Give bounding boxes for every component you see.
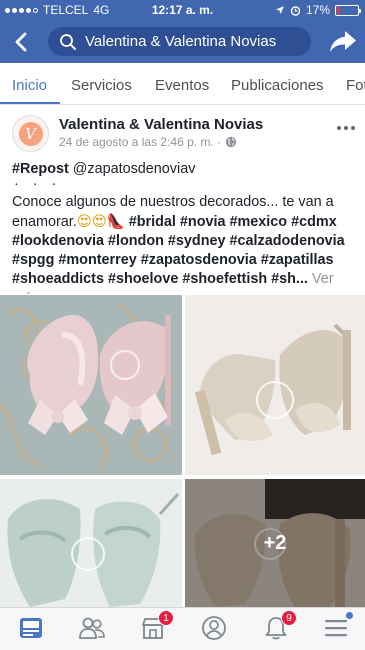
high-heel-emoji-icon: 👠 [106, 213, 125, 230]
share-icon[interactable] [328, 26, 358, 56]
location-arrow-icon [275, 6, 284, 14]
page-tabs: Inicio Servicios Eventos Publicaciones F… [0, 63, 365, 105]
post-timestamp[interactable]: 24 de agosto a las 2:46 p. m. · [59, 135, 221, 149]
more-photos-overlay[interactable]: +2 [185, 479, 365, 607]
repost-user[interactable]: @zapatosdenoviav [73, 161, 196, 177]
hashtags-line-4[interactable]: #spgg #monterrey #zapatosdenovia #zapati… [12, 251, 357, 270]
top-header: TELCEL 4G 12:17 a. m. 17% Valentina & Va… [0, 0, 365, 63]
tab-inicio[interactable]: Inicio [12, 77, 47, 94]
search-input[interactable]: Valentina & Valentina Novias [48, 27, 311, 56]
search-query-text: Valentina & Valentina Novias [85, 33, 277, 50]
tab-publicaciones[interactable]: Publicaciones [231, 77, 324, 94]
page-avatar[interactable]: V [12, 115, 49, 152]
marketplace-tab[interactable]: 1 [139, 610, 174, 642]
post-text-line-2: enamorar.😍😍👠 #bridal #novia #mexico #cdm… [12, 213, 357, 232]
hashtags-line-2[interactable]: #bridal #novia #mexico #cdmx [129, 214, 337, 230]
status-bar: TELCEL 4G 12:17 a. m. 17% [0, 0, 365, 20]
profile-tab[interactable] [200, 614, 228, 642]
friends-tab[interactable] [78, 614, 106, 642]
mint-heels-image [0, 479, 182, 607]
post-body: #Repost @zapatosdenoviav · · · Conoce al… [12, 160, 357, 309]
status-right: 17% [275, 3, 361, 17]
facebook-page-screen: TELCEL 4G 12:17 a. m. 17% Valentina & Va… [0, 0, 365, 650]
champagne-heels-image [185, 295, 365, 475]
more-options-icon[interactable] [337, 124, 355, 132]
notifications-badge: 9 [281, 610, 297, 626]
menu-tab[interactable] [322, 612, 353, 642]
friends-icon [79, 617, 105, 639]
repost-hashtag[interactable]: #Repost [12, 161, 69, 177]
bottom-tab-bar: 1 9 [0, 607, 365, 650]
news-feed-tab[interactable] [17, 614, 45, 642]
photo-champagne-heels[interactable] [185, 295, 365, 475]
alarm-icon [290, 5, 301, 16]
tab-eventos[interactable]: Eventos [155, 77, 209, 94]
marketplace-badge: 1 [158, 610, 174, 626]
battery-fill [337, 6, 341, 14]
hamburger-menu-icon [325, 620, 347, 637]
tab-servicios[interactable]: Servicios [71, 77, 132, 94]
search-icon [60, 33, 76, 50]
active-tab-indicator [0, 102, 60, 104]
tab-fotos[interactable]: Fot [346, 77, 365, 94]
back-arrow-icon[interactable] [10, 30, 34, 54]
menu-dot-badge [346, 612, 353, 619]
battery-percent: 17% [305, 3, 330, 17]
post-text-enamorar: enamorar. [12, 213, 77, 230]
avatar-logo: V [18, 121, 43, 146]
dots-separator: · · · [14, 176, 62, 193]
pink-heels-image [0, 295, 182, 475]
photo-grid: +2 [0, 295, 365, 607]
post-meta: 24 de agosto a las 2:46 p. m. · [59, 135, 237, 149]
nav-row: Valentina & Valentina Novias [0, 26, 365, 58]
notifications-tab[interactable]: 9 [262, 610, 297, 642]
photo-gold-heels-more[interactable]: +2 [185, 479, 365, 607]
heart-eyes-emoji-icon: 😍😍 [76, 213, 107, 230]
post-text-line-1: Conoce algunos de nuestros decorados... … [12, 194, 334, 211]
photo-mint-heels[interactable] [0, 479, 182, 607]
post-header: V Valentina & Valentina Novias 24 de ago… [0, 112, 365, 156]
battery-icon [335, 4, 361, 16]
news-feed-icon [20, 618, 42, 638]
hashtags-line-5[interactable]: #shoeaddicts #shoelove #shoefettish #sh.… [12, 271, 308, 287]
more-photos-count: +2 [263, 531, 287, 554]
page-name-link[interactable]: Valentina & Valentina Novias [59, 116, 263, 133]
photo-pink-bow-heels[interactable] [0, 295, 182, 475]
profile-icon [202, 616, 226, 640]
hashtags-line-3[interactable]: #lookdenovia #london #sydney #calzadoden… [12, 232, 357, 251]
globe-icon [225, 136, 237, 148]
